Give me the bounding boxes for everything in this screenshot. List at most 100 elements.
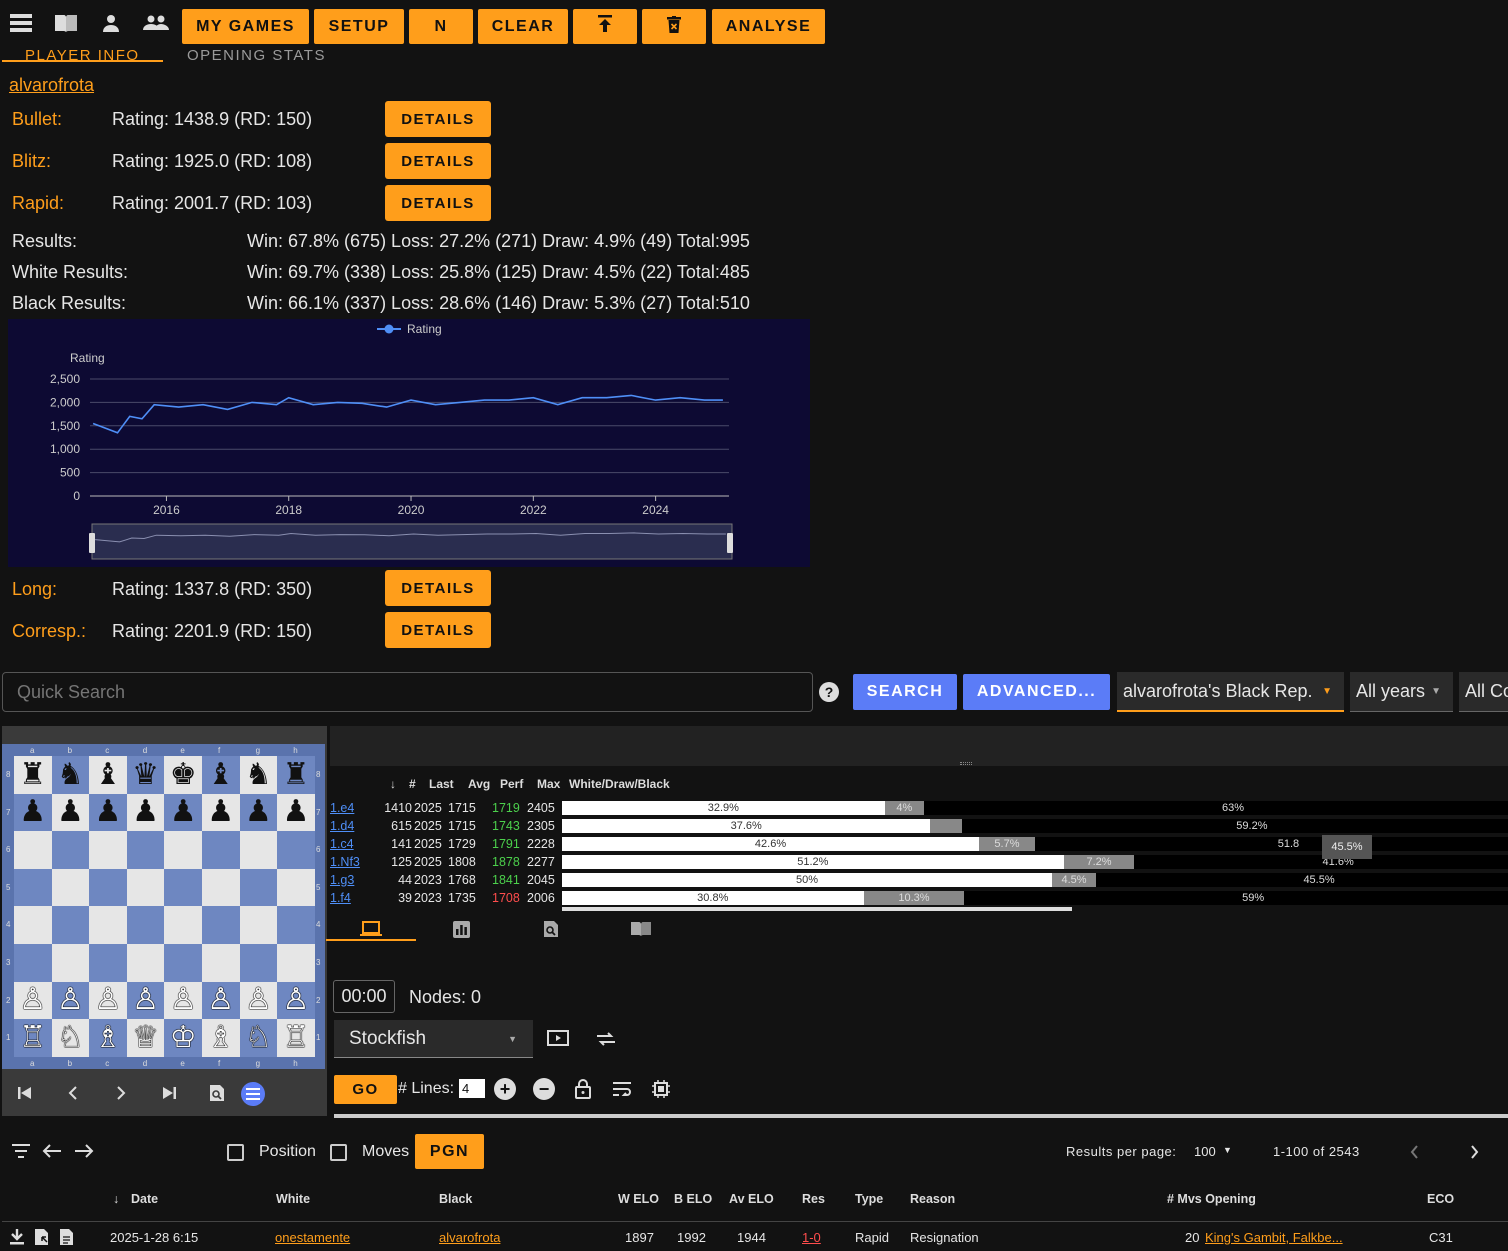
board-square[interactable]: ♟ [239,793,278,832]
board-square[interactable]: ♙ [277,981,315,1020]
repertoire-select[interactable]: alvarofrota's Black Rep. ▼ [1117,672,1344,712]
board-square[interactable]: ♟ [89,793,127,832]
board-square[interactable] [202,868,240,907]
arrow-left-icon[interactable] [40,1141,64,1161]
board-square[interactable]: ♜ [14,756,52,794]
board-square[interactable]: ♟ [14,793,52,832]
chess-piece[interactable]: ♚ [170,759,197,790]
pgn-button[interactable]: PGN [415,1134,484,1169]
board-square[interactable] [51,906,90,944]
board-square[interactable]: ♘ [239,1019,278,1057]
search-board-icon[interactable] [206,1082,228,1104]
board-square[interactable]: ♙ [126,981,165,1020]
header-res[interactable]: Res [802,1192,825,1206]
board-square[interactable] [14,906,52,944]
chess-piece[interactable]: ♟ [94,797,121,827]
go-button[interactable]: GO [334,1075,397,1104]
laptop-icon[interactable] [358,918,384,940]
move-move[interactable]: 1.g3 [330,873,354,887]
chess-piece[interactable]: ♙ [57,985,84,1015]
board-square[interactable]: ♟ [277,793,315,832]
chess-piece[interactable]: ♙ [207,985,234,1015]
details-button-rapid[interactable]: DETAILS [385,185,491,221]
prev-page-icon[interactable] [1404,1142,1424,1162]
chess-piece[interactable]: ♟ [170,797,197,827]
chess-piece[interactable]: ♖ [19,1022,46,1053]
advanced-button[interactable]: ADVANCED... [963,674,1110,710]
header-reason[interactable]: Reason [910,1192,955,1206]
chess-piece[interactable]: ♟ [19,797,46,827]
last-move-icon[interactable] [158,1082,180,1104]
chess-piece[interactable]: ♟ [207,797,234,827]
details-button-bullet[interactable]: DETAILS [385,101,491,137]
board-square[interactable] [126,868,165,907]
board-square[interactable]: ♞ [51,756,90,794]
chess-piece[interactable]: ♛ [132,759,159,790]
details-button-long[interactable]: DETAILS [385,570,491,606]
chess-piece[interactable]: ♕ [132,1022,159,1053]
chess-piece[interactable]: ♝ [207,759,234,790]
board-square[interactable] [164,868,202,907]
game-result-link[interactable]: 1-0 [802,1230,821,1245]
board-square[interactable] [277,944,315,982]
board-square[interactable] [89,944,127,982]
bar-chart-icon[interactable] [450,918,472,940]
board-square[interactable] [89,868,127,907]
move-move[interactable]: 1.Nf3 [330,855,360,869]
board-square[interactable] [14,868,52,907]
board-square[interactable] [239,906,278,944]
board-square[interactable]: ♟ [51,793,90,832]
chess-piece[interactable]: ♗ [207,1022,234,1053]
analyse-button[interactable]: ANALYSE [712,9,825,44]
board-square[interactable]: ♚ [164,756,202,794]
board-square[interactable]: ♙ [14,981,52,1020]
header-wdb[interactable]: White/Draw/Black [569,777,670,791]
header-avg[interactable]: Avg [468,777,490,791]
book-open-icon[interactable] [629,918,653,940]
board-square[interactable] [239,831,278,869]
lines-input[interactable] [459,1079,485,1098]
board-square[interactable]: ♙ [89,981,127,1020]
move-move[interactable]: 1.f4 [330,891,351,905]
move-move[interactable]: 1.e4 [330,801,354,815]
game-white-link[interactable]: onestamente [275,1230,350,1245]
moves-scrollbar[interactable] [562,907,1072,911]
quick-search-input[interactable] [2,672,813,712]
board-square[interactable] [51,831,90,869]
search-button[interactable]: SEARCH [853,674,957,710]
chess-piece[interactable]: ♖ [282,1022,309,1053]
chess-piece[interactable]: ♘ [57,1022,84,1053]
moves-checkbox[interactable] [330,1144,347,1161]
help-icon[interactable]: ? [819,682,839,702]
board-square[interactable] [277,868,315,907]
header-max[interactable]: Max [537,777,560,791]
results-per-page-select[interactable]: 100 ▼ [1194,1144,1236,1159]
board-square[interactable]: ♟ [202,793,240,832]
board-square[interactable]: ♙ [239,981,278,1020]
engine-select[interactable]: Stockfish ▼ [334,1020,533,1058]
chess-piece[interactable]: ♟ [282,797,309,827]
chess-piece[interactable]: ♟ [132,797,159,827]
prev-move-icon[interactable] [62,1082,84,1104]
chess-piece[interactable]: ♙ [245,985,272,1015]
sort-arrow-icon[interactable]: ↓ [390,777,396,791]
move-move[interactable]: 1.d4 [330,819,354,833]
arrow-right-icon[interactable] [72,1141,96,1161]
chess-piece[interactable]: ♟ [245,797,272,827]
chess-piece[interactable]: ♜ [19,759,46,790]
board-square[interactable] [89,831,127,869]
header-perf[interactable]: Perf [500,777,523,791]
chess-piece[interactable]: ♙ [19,985,46,1015]
board-square[interactable] [277,906,315,944]
game-opening-link[interactable]: King's Gambit, Falkbe... [1205,1230,1343,1245]
board-square[interactable] [14,831,52,869]
board-square[interactable]: ♜ [277,756,315,794]
header-eco[interactable]: ECO [1427,1192,1454,1206]
new-button[interactable]: N [409,9,473,44]
header-last[interactable]: Last [429,777,454,791]
wrap-text-icon[interactable] [611,1078,633,1100]
color-select[interactable]: All Co [1459,672,1508,712]
header-date[interactable]: Date [131,1192,158,1206]
book-icon[interactable] [54,12,78,34]
board-square[interactable] [164,831,202,869]
